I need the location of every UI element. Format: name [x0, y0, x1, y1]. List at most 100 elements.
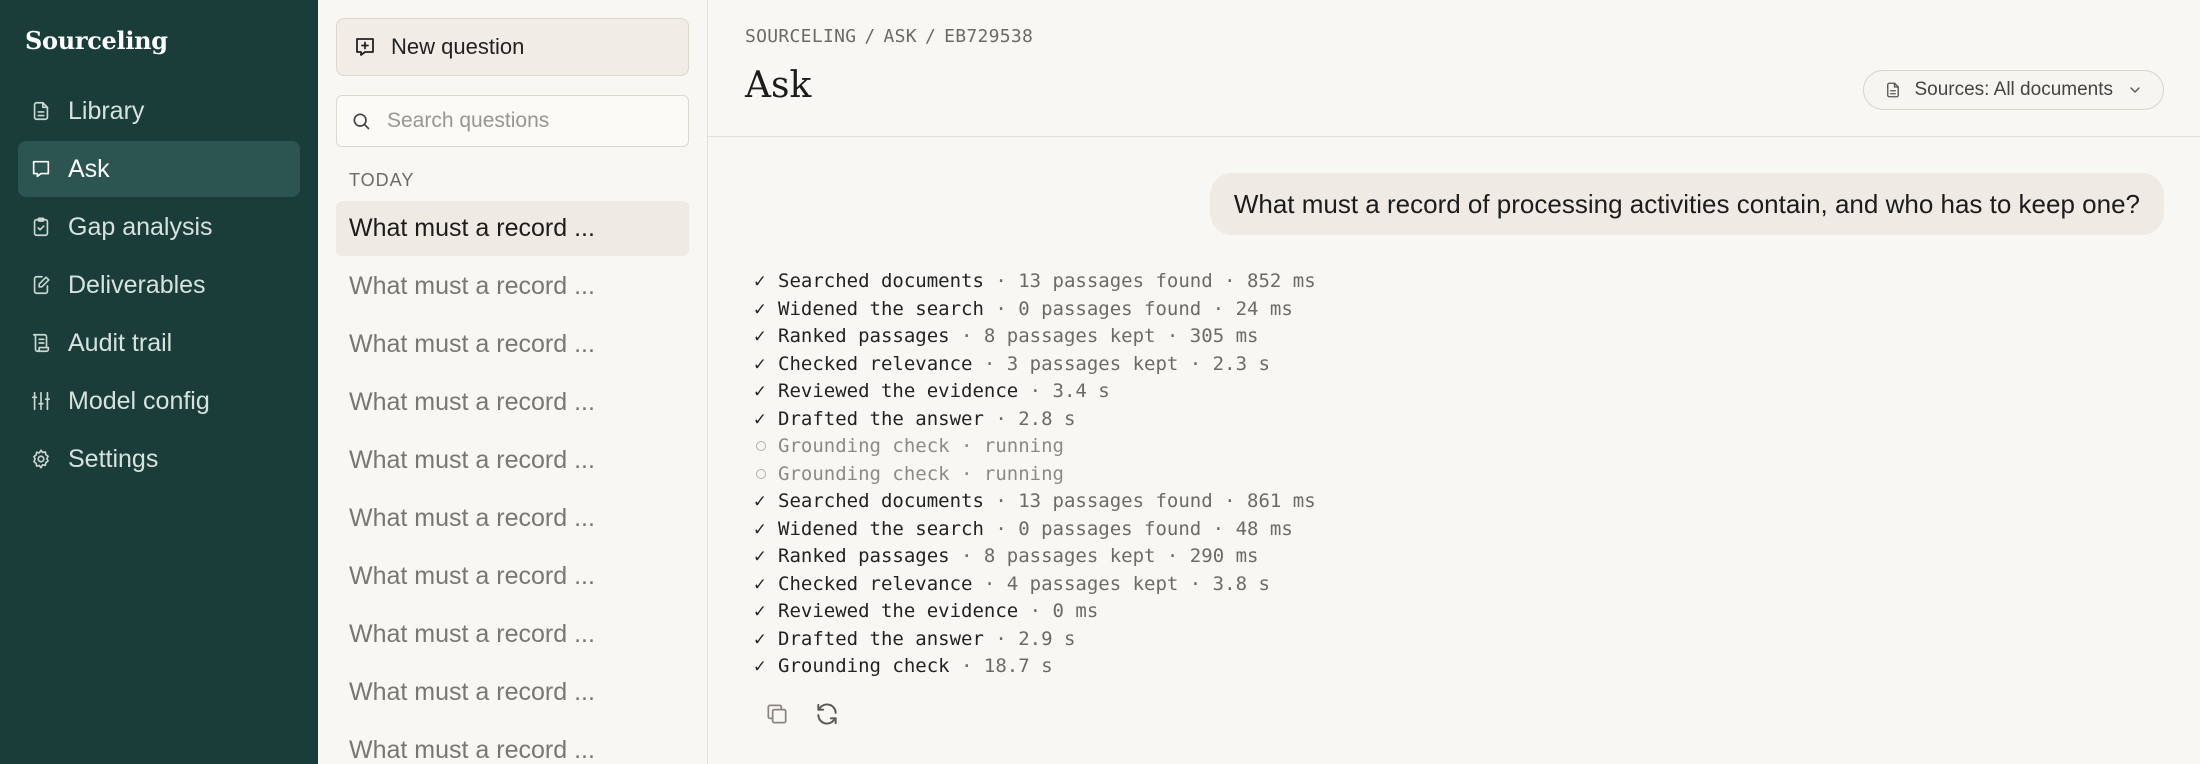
pending-circle-icon	[756, 468, 766, 479]
sidebar-item-settings[interactable]: Settings	[18, 431, 300, 487]
question-item[interactable]: What must a record ...	[336, 549, 689, 604]
step-detail: · 3.4 s	[1018, 380, 1110, 402]
step-label: Grounding check	[778, 462, 950, 485]
sidebar-item-label: Settings	[68, 444, 159, 473]
copy-icon[interactable]	[764, 701, 790, 727]
step-detail: · 8 passages kept · 290 ms	[949, 545, 1259, 567]
step-label: Ranked passages	[778, 545, 950, 567]
question-item[interactable]: What must a record ...	[336, 433, 689, 488]
step-label: Widened the search	[778, 517, 984, 540]
check-icon: ✓	[754, 270, 766, 292]
check-icon: ✓	[754, 352, 766, 375]
step-label: Drafted the answer	[778, 627, 984, 650]
question-item[interactable]: What must a record ...	[336, 317, 689, 372]
step-detail: · 3 passages kept · 2.3 s	[972, 352, 1270, 375]
sidebar-item-label: Deliverables	[68, 270, 206, 299]
step-detail: · running	[949, 462, 1064, 485]
step-detail: · 0 ms	[1018, 600, 1099, 622]
sidebar-item-library[interactable]: Library	[18, 83, 300, 139]
question-item[interactable]: What must a record ...	[336, 375, 689, 430]
sidebar-item-model-config[interactable]: Model config	[18, 373, 300, 429]
progress-step: ✓ Checked relevance · 4 passages kept · 3…	[754, 571, 2164, 599]
refresh-icon[interactable]	[814, 701, 840, 727]
page-header: SOURCELING / ASK / EB729538 Ask Sources: All…	[708, 0, 2200, 137]
sidebar-item-label: Model config	[68, 386, 210, 415]
progress-step: ✓ Reviewed the evidence · 3.4 s	[754, 378, 2164, 406]
sliders-icon	[30, 390, 52, 412]
check-icon: ✓	[754, 407, 766, 430]
file-edit-icon	[30, 274, 52, 296]
sidebar-item-label: Library	[68, 96, 145, 125]
sidebar-item-deliverables[interactable]: Deliverables	[18, 257, 300, 313]
new-question-button[interactable]: New question	[336, 18, 689, 76]
chat-plus-icon	[353, 35, 377, 59]
step-label: Ranked passages	[778, 325, 950, 347]
step-detail: · 4 passages kept · 3.8 s	[972, 572, 1270, 595]
brand-logo[interactable]: Sourceling	[18, 0, 300, 83]
document-icon	[1884, 81, 1902, 99]
step-detail: · running	[949, 435, 1064, 457]
sidebar-item-ask[interactable]: Ask	[18, 141, 300, 197]
sidebar-item-gap-analysis[interactable]: Gap analysis	[18, 199, 300, 255]
message-actions	[745, 701, 2164, 727]
clipboard-check-icon	[30, 216, 52, 238]
progress-step: ✓ Ranked passages · 8 passages kept · 305…	[754, 323, 2164, 351]
progress-step: Grounding check · running	[754, 433, 2164, 461]
pending-circle-icon	[756, 441, 766, 451]
step-label: Drafted the answer	[778, 407, 984, 430]
question-item[interactable]: What must a record ...	[336, 665, 689, 720]
sidebar-item-audit-trail[interactable]: Audit trail	[18, 315, 300, 371]
progress-step: ✓ Widened the search · 0 passages found ·…	[754, 516, 2164, 544]
progress-step: ✓ Reviewed the evidence · 0 ms	[754, 598, 2164, 626]
search-icon	[351, 111, 371, 131]
chevron-down-icon	[2127, 82, 2143, 98]
progress-step: ✓ Grounding check · 18.7 s	[754, 653, 2164, 681]
sources-dropdown[interactable]: Sources: All documents	[1863, 70, 2164, 110]
breadcrumb-separator: /	[864, 26, 876, 47]
step-label: Searched documents	[778, 490, 984, 512]
progress-step: ✓ Widened the search · 0 passages found ·…	[754, 296, 2164, 324]
step-detail: · 0 passages found · 24 ms	[983, 297, 1293, 320]
document-icon	[30, 100, 52, 122]
progress-step: ✓ Searched documents · 13 passages found …	[754, 488, 2164, 516]
search-box	[336, 95, 689, 147]
breadcrumb-item: EB729538	[944, 26, 1034, 47]
check-icon: ✓	[754, 627, 766, 650]
question-item[interactable]: What must a record ...	[336, 723, 689, 764]
new-question-label: New question	[391, 34, 525, 59]
check-icon: ✓	[754, 545, 766, 567]
question-item[interactable]: What must a record ...	[336, 607, 689, 662]
sidebar-nav: Library Ask Gap analysis Deliverables Au…	[18, 83, 300, 487]
breadcrumb-item[interactable]: ASK	[884, 26, 917, 47]
progress-steps: ✓ Searched documents · 13 passages found …	[745, 268, 2164, 681]
check-icon: ✓	[754, 380, 766, 402]
step-label: Widened the search	[778, 297, 984, 320]
step-label: Checked relevance	[778, 572, 973, 595]
step-label: Grounding check	[778, 655, 950, 677]
breadcrumb-separator: /	[924, 26, 937, 47]
progress-step: ✓ Ranked passages · 8 passages kept · 290…	[754, 543, 2164, 571]
step-label: Reviewed the evidence	[778, 600, 1019, 622]
progress-step: ✓ Drafted the answer · 2.8 s	[754, 406, 2164, 434]
search-input[interactable]	[385, 108, 669, 134]
progress-step: Grounding check · running	[754, 461, 2164, 489]
step-detail: · 2.9 s	[983, 627, 1076, 650]
step-detail: · 2.8 s	[983, 407, 1076, 430]
sidebar-item-label: Audit trail	[68, 328, 173, 357]
step-label: Reviewed the evidence	[778, 380, 1019, 402]
step-detail: · 13 passages found · 852 ms	[983, 270, 1316, 292]
check-icon: ✓	[754, 517, 766, 540]
step-detail: · 0 passages found · 48 ms	[983, 517, 1293, 540]
check-icon: ✓	[754, 325, 766, 347]
check-icon: ✓	[754, 572, 766, 595]
user-message: What must a record of processing activit…	[1209, 173, 2164, 235]
question-item[interactable]: What must a record ...	[336, 201, 689, 256]
question-item[interactable]: What must a record ...	[336, 259, 689, 314]
step-detail: · 8 passages kept · 305 ms	[949, 325, 1259, 347]
step-detail: · 13 passages found · 861 ms	[983, 490, 1316, 512]
check-icon: ✓	[754, 600, 766, 622]
step-detail: · 18.7 s	[949, 655, 1053, 677]
question-item[interactable]: What must a record ...	[336, 491, 689, 546]
breadcrumb-item[interactable]: SOURCELING	[745, 26, 856, 47]
check-icon: ✓	[754, 297, 766, 320]
